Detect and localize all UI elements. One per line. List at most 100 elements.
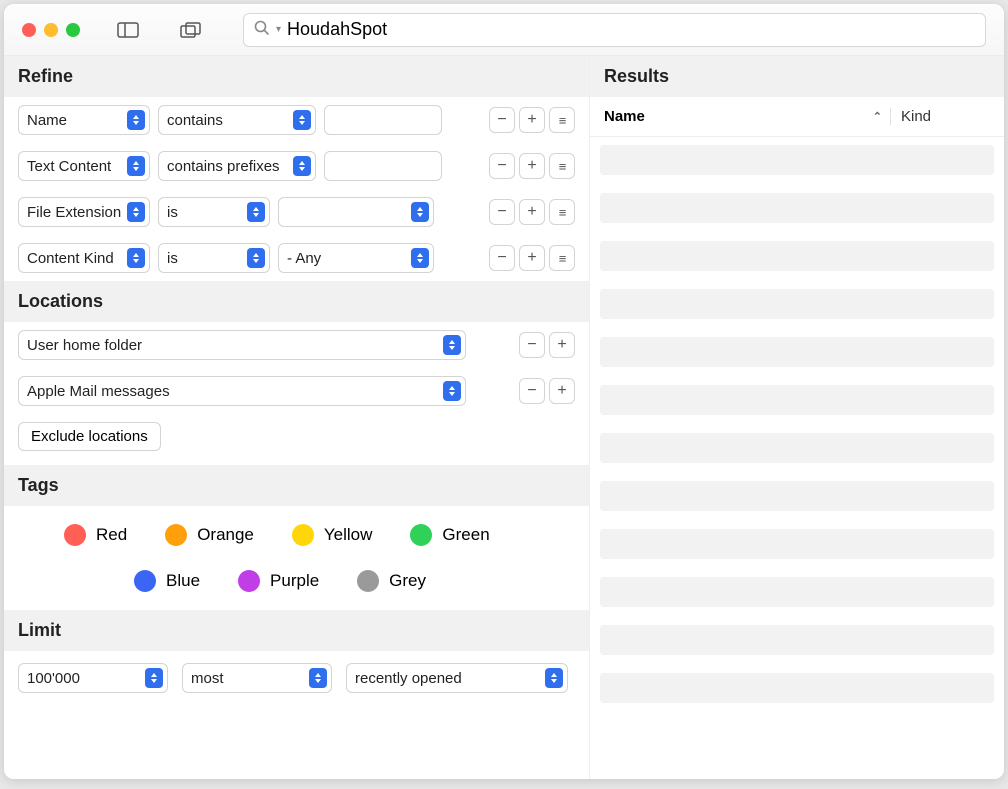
tag-dot-icon: [165, 524, 187, 546]
value-input[interactable]: [324, 105, 442, 135]
updown-icon: [443, 381, 461, 401]
tag-orange[interactable]: Orange: [165, 524, 254, 546]
remove-location-button[interactable]: −: [519, 378, 545, 404]
criteria-options-button[interactable]: [549, 107, 575, 133]
remove-criteria-button[interactable]: −: [489, 199, 515, 225]
limit-count-select[interactable]: 100'000: [18, 663, 168, 693]
results-header: Name ⌃ Kind: [590, 97, 1004, 137]
result-row-placeholder: [600, 145, 994, 175]
section-limit: Limit: [4, 610, 589, 651]
attribute-select[interactable]: File Extension: [18, 197, 150, 227]
updown-icon: [545, 668, 563, 688]
close-window-button[interactable]: [22, 23, 36, 37]
location-row: User home folder − +: [4, 322, 589, 368]
attribute-select[interactable]: Content Kind: [18, 243, 150, 273]
updown-icon: [411, 202, 429, 222]
operator-select[interactable]: contains prefixes: [158, 151, 316, 181]
location-row: Apple Mail messages − +: [4, 368, 589, 414]
criteria-row: Content Kind is - Any − +: [4, 235, 589, 281]
tag-dot-icon: [238, 570, 260, 592]
search-chevron-icon[interactable]: ▾: [276, 24, 281, 35]
remove-location-button[interactable]: −: [519, 332, 545, 358]
remove-criteria-button[interactable]: −: [489, 107, 515, 133]
tag-grey[interactable]: Grey: [357, 570, 426, 592]
add-criteria-button[interactable]: +: [519, 153, 545, 179]
sidebar-toggle-icon[interactable]: [117, 21, 139, 39]
attribute-select[interactable]: Name: [18, 105, 150, 135]
main-content: Refine Name contains − + Text Content co…: [4, 56, 1004, 779]
zoom-window-button[interactable]: [66, 23, 80, 37]
updown-icon: [293, 156, 311, 176]
remove-criteria-button[interactable]: −: [489, 153, 515, 179]
result-row-placeholder: [600, 289, 994, 319]
operator-select[interactable]: is: [158, 243, 270, 273]
window-controls: [22, 23, 80, 37]
search-icon: [254, 20, 270, 40]
add-location-button[interactable]: +: [549, 378, 575, 404]
updown-icon: [127, 248, 145, 268]
result-row-placeholder: [600, 193, 994, 223]
limit-direction-select[interactable]: most: [182, 663, 332, 693]
add-criteria-button[interactable]: +: [519, 107, 545, 133]
search-input[interactable]: [287, 19, 975, 40]
tag-blue[interactable]: Blue: [134, 570, 200, 592]
tag-dot-icon: [357, 570, 379, 592]
results-list: [590, 137, 1004, 729]
operator-select[interactable]: is: [158, 197, 270, 227]
result-row-placeholder: [600, 625, 994, 655]
criteria-options-button[interactable]: [549, 199, 575, 225]
minimize-window-button[interactable]: [44, 23, 58, 37]
result-row-placeholder: [600, 241, 994, 271]
criteria-row: Text Content contains prefixes − +: [4, 143, 589, 189]
limit-criterion-select[interactable]: recently opened: [346, 663, 568, 693]
column-name[interactable]: Name ⌃: [604, 108, 890, 125]
windows-icon[interactable]: [180, 21, 202, 39]
add-criteria-button[interactable]: +: [519, 199, 545, 225]
criteria-options-button[interactable]: [549, 245, 575, 271]
value-select[interactable]: - Any: [278, 243, 434, 273]
app-window: ▾ Refine Name contains − + Text Content: [4, 4, 1004, 779]
tag-red[interactable]: Red: [64, 524, 127, 546]
exclude-locations-button[interactable]: Exclude locations: [18, 422, 161, 451]
updown-icon: [411, 248, 429, 268]
updown-icon: [127, 110, 145, 130]
tag-dot-icon: [134, 570, 156, 592]
value-input[interactable]: [324, 151, 442, 181]
location-select[interactable]: User home folder: [18, 330, 466, 360]
tag-yellow[interactable]: Yellow: [292, 524, 373, 546]
search-field[interactable]: ▾: [243, 13, 986, 47]
column-kind[interactable]: Kind: [890, 108, 990, 125]
add-location-button[interactable]: +: [549, 332, 575, 358]
sort-ascending-icon: ⌃: [873, 110, 882, 123]
result-row-placeholder: [600, 433, 994, 463]
value-select[interactable]: [278, 197, 434, 227]
location-select[interactable]: Apple Mail messages: [18, 376, 466, 406]
tags-grid: Red Orange Yellow Green Blue Purple Grey: [4, 506, 589, 610]
result-row-placeholder: [600, 337, 994, 367]
attribute-select[interactable]: Text Content: [18, 151, 150, 181]
operator-select[interactable]: contains: [158, 105, 316, 135]
tag-green[interactable]: Green: [410, 524, 489, 546]
result-row-placeholder: [600, 577, 994, 607]
updown-icon: [145, 668, 163, 688]
result-row-placeholder: [600, 385, 994, 415]
criteria-panel: Refine Name contains − + Text Content co…: [4, 56, 590, 779]
updown-icon: [127, 202, 145, 222]
add-criteria-button[interactable]: +: [519, 245, 545, 271]
result-row-placeholder: [600, 673, 994, 703]
tag-dot-icon: [292, 524, 314, 546]
updown-icon: [309, 668, 327, 688]
tag-purple[interactable]: Purple: [238, 570, 319, 592]
criteria-row: File Extension is − +: [4, 189, 589, 235]
tag-dot-icon: [64, 524, 86, 546]
result-row-placeholder: [600, 481, 994, 511]
remove-criteria-button[interactable]: −: [489, 245, 515, 271]
updown-icon: [247, 202, 265, 222]
tag-dot-icon: [410, 524, 432, 546]
updown-icon: [127, 156, 145, 176]
titlebar: ▾: [4, 4, 1004, 56]
result-row-placeholder: [600, 529, 994, 559]
section-refine: Refine: [4, 56, 589, 97]
section-tags: Tags: [4, 465, 589, 506]
criteria-options-button[interactable]: [549, 153, 575, 179]
